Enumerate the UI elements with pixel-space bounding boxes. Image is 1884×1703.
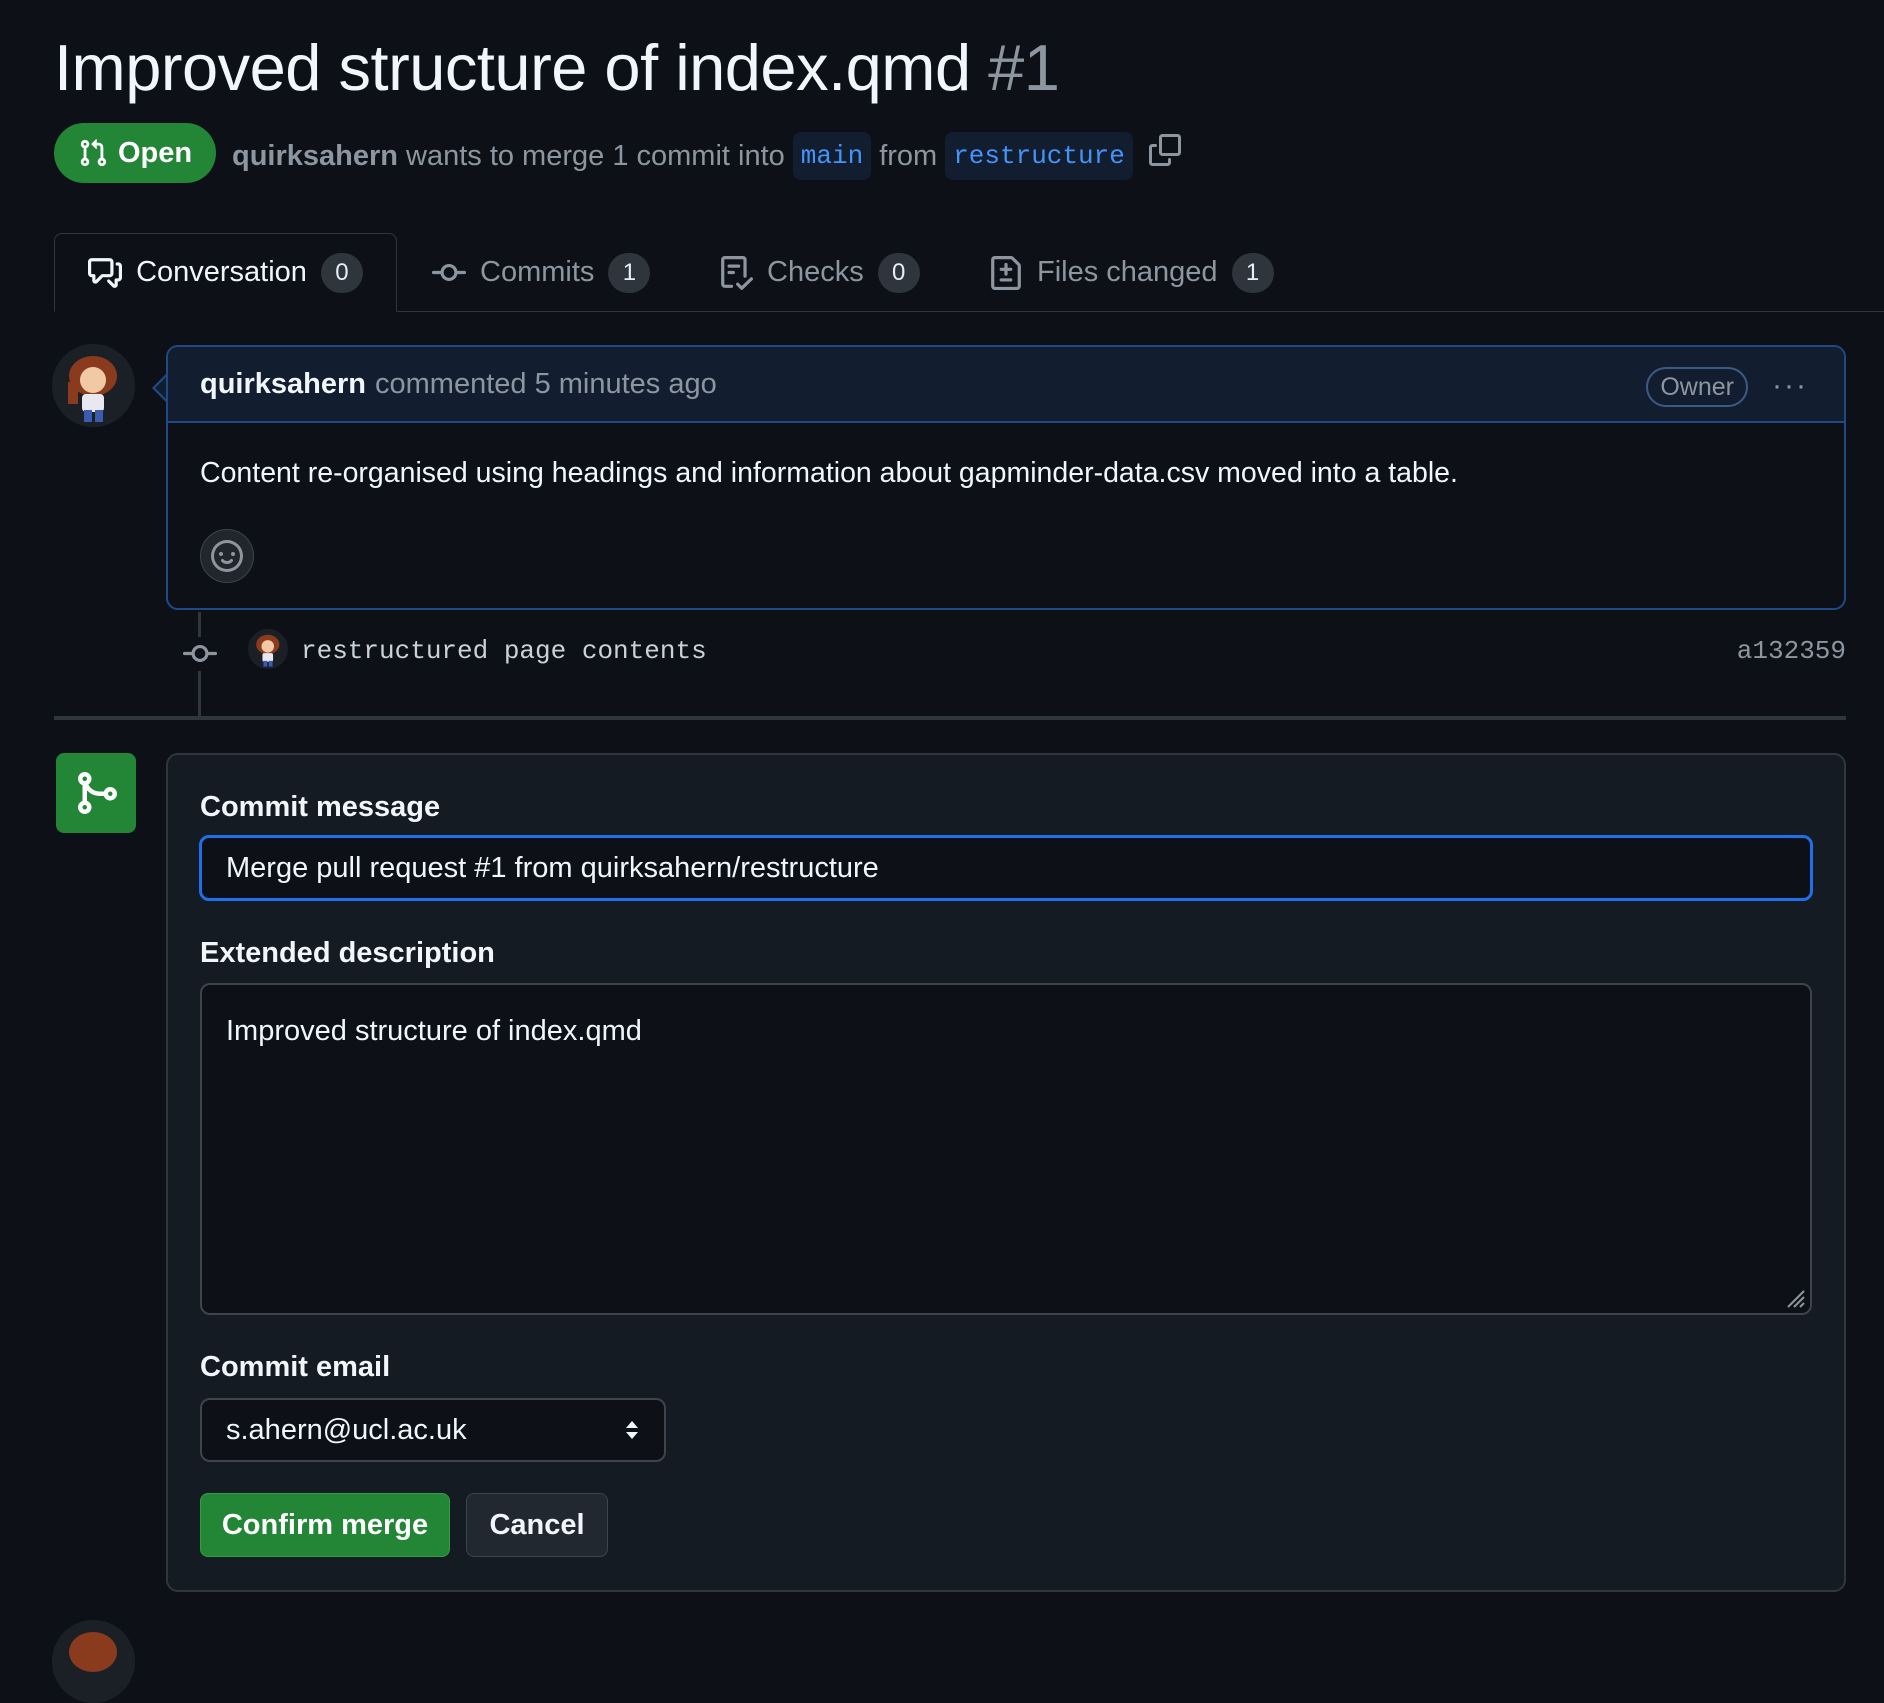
git-pull-request-icon <box>80 139 107 167</box>
tab-checks-label: Checks <box>767 256 864 288</box>
cancel-button[interactable]: Cancel <box>466 1493 608 1557</box>
comment-body: Content re-organised using headings and … <box>200 457 1458 489</box>
tab-commits-label: Commits <box>480 256 595 288</box>
git-commit-icon <box>432 263 466 281</box>
git-merge-icon <box>78 772 118 814</box>
tab-checks[interactable]: Checks 0 <box>719 233 920 312</box>
tab-files-changed-label: Files changed <box>1037 256 1218 288</box>
base-branch-link[interactable]: main <box>792 132 872 180</box>
pr-meta: quirksahern wants to merge 1 commit into… <box>232 132 1181 180</box>
commit-email-select[interactable]: s.ahern@ucl.ac.uk <box>200 1398 666 1462</box>
tab-files-changed[interactable]: Files changed 1 <box>989 233 1274 312</box>
pr-from-text: from <box>879 140 938 172</box>
add-reaction-button[interactable] <box>200 529 254 583</box>
git-commit-icon <box>183 644 217 662</box>
commit-email-label: Commit email <box>200 1351 391 1383</box>
owner-badge: Owner <box>1646 367 1748 407</box>
head-branch-link[interactable]: restructure <box>945 132 1133 180</box>
tab-conversation-label: Conversation <box>136 256 307 288</box>
select-arrows-icon <box>626 1421 638 1439</box>
commit-sha-link[interactable]: a132359 <box>1737 636 1846 666</box>
comment-author-link[interactable]: quirksahern <box>200 368 366 401</box>
tab-conversation[interactable]: Conversation 0 <box>54 233 397 312</box>
comment-header: quirksahern commented 5 minutes ago Owne… <box>168 347 1844 423</box>
extended-description-textarea[interactable]: Improved structure of index.qmd <box>200 983 1812 1315</box>
resize-handle-icon[interactable] <box>1782 1285 1806 1309</box>
tab-checks-count: 0 <box>877 252 920 293</box>
tab-commits-count: 1 <box>608 252 651 293</box>
timeline-divider <box>54 716 1846 720</box>
pr-title: Improved structure of index.qmd <box>54 31 971 104</box>
commit-message-label: Commit message <box>200 791 441 823</box>
pr-state-badge: Open <box>54 123 216 183</box>
tab-commits[interactable]: Commits 1 <box>432 233 651 312</box>
pr-state-label: Open <box>117 136 193 169</box>
pr-meta-text: wants to merge 1 commit into <box>406 140 785 172</box>
smiley-icon <box>211 540 243 572</box>
kebab-menu-icon[interactable]: ··· <box>1772 369 1808 403</box>
commit-message-link[interactable]: restructured page contents <box>301 636 707 666</box>
commit-email-value: s.ahern@ucl.ac.uk <box>226 1413 467 1446</box>
tab-conversation-count: 0 <box>320 252 363 293</box>
pr-author-link[interactable]: quirksahern <box>232 135 398 177</box>
page-title: Improved structure of index.qmd #1 <box>54 28 1060 108</box>
extended-description-label: Extended description <box>200 937 495 969</box>
pr-number: #1 <box>988 31 1060 104</box>
file-diff-icon <box>991 255 1021 290</box>
comment-discussion-icon <box>88 257 123 288</box>
commit-message-input[interactable]: Merge pull request #1 from quirksahern/r… <box>199 835 1813 901</box>
copy-icon[interactable] <box>1148 134 1181 178</box>
next-comment-avatar[interactable] <box>52 1620 135 1703</box>
extended-description-value: Improved structure of index.qmd <box>226 1015 642 1047</box>
comment-timestamp[interactable]: commented 5 minutes ago <box>375 368 717 401</box>
commit-node <box>183 637 217 671</box>
merge-status-icon <box>56 753 136 833</box>
tab-files-changed-count: 1 <box>1231 252 1274 293</box>
comment-box: quirksahern commented 5 minutes ago Owne… <box>166 345 1846 610</box>
avatar[interactable] <box>52 344 135 427</box>
checklist-icon <box>721 255 753 290</box>
confirm-merge-button[interactable]: Confirm merge <box>200 1493 450 1557</box>
commit-author-avatar[interactable] <box>248 629 288 669</box>
